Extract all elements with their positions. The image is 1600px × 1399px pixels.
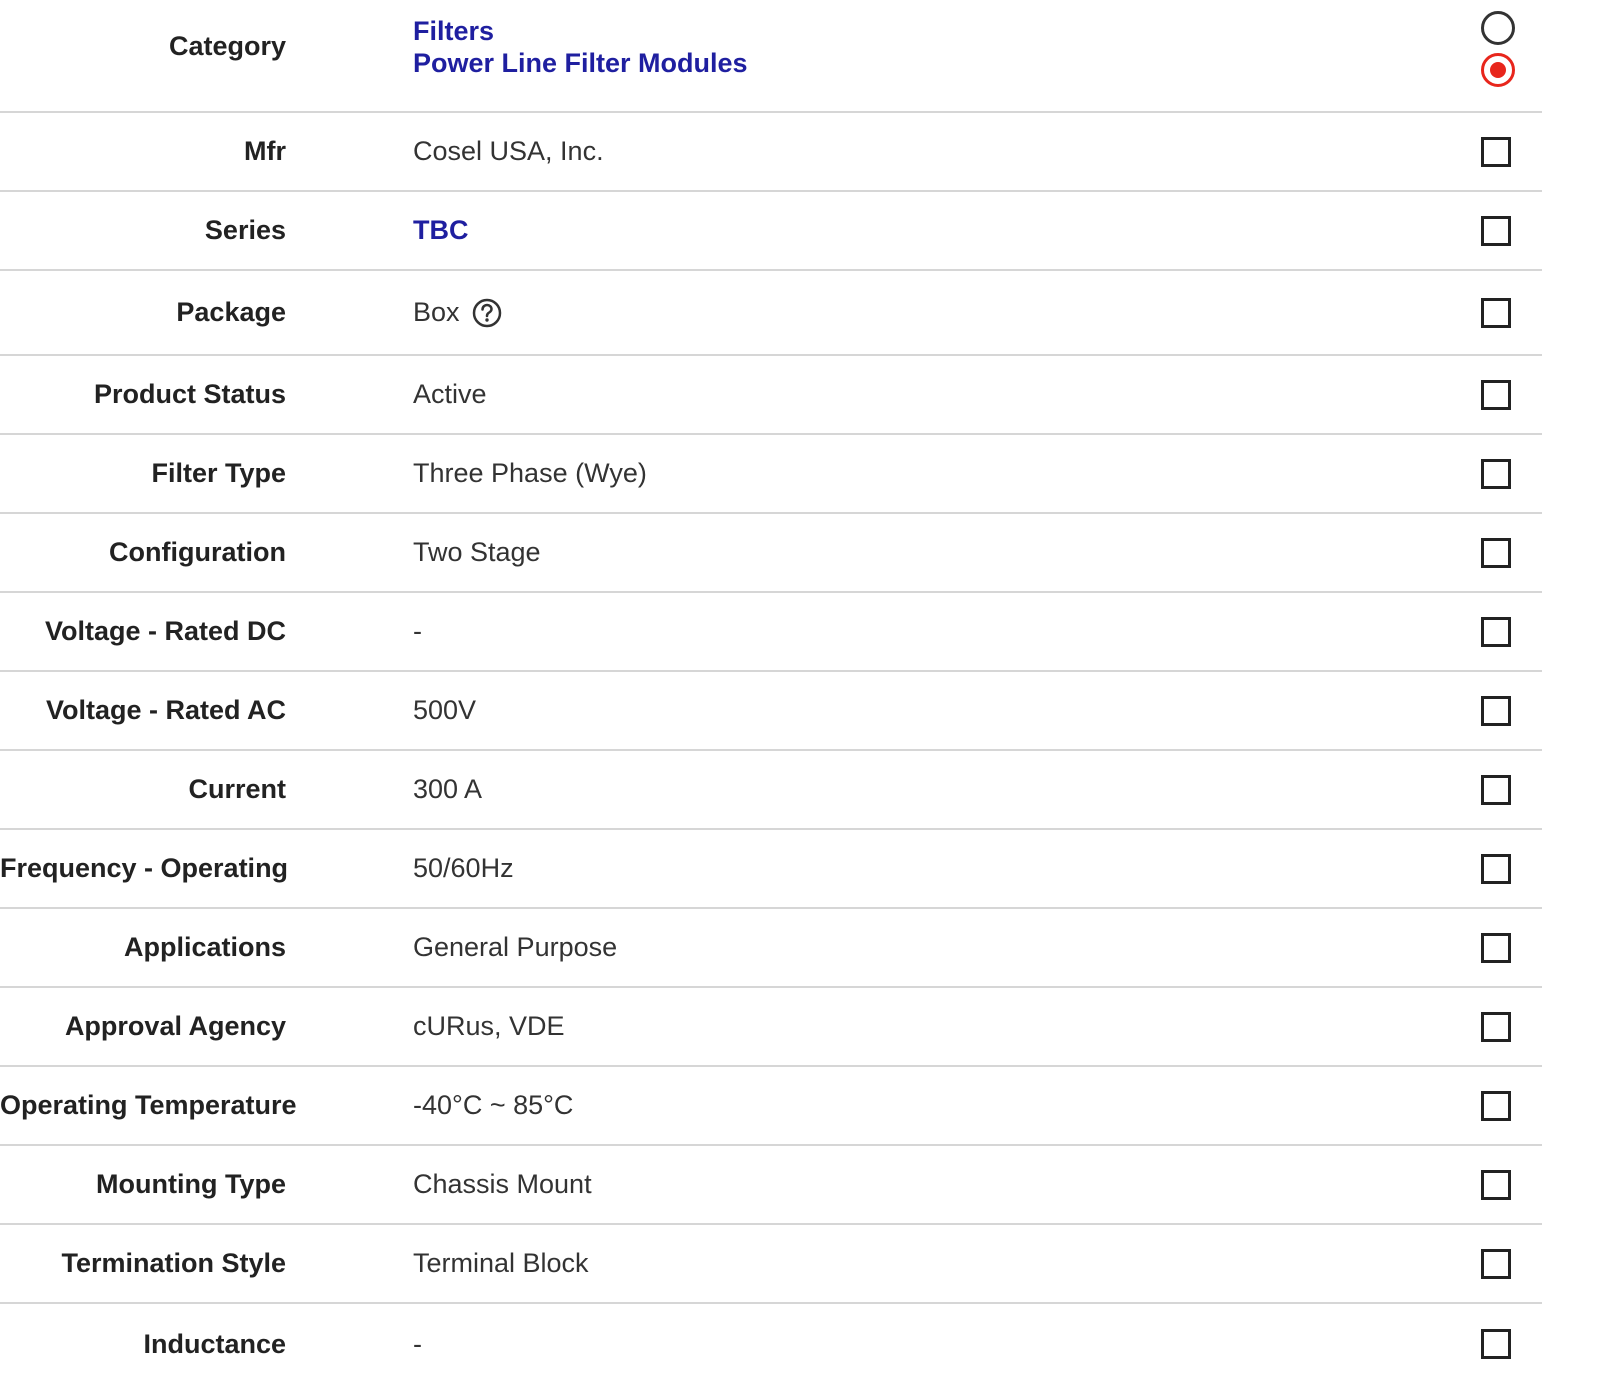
attribute-checkbox[interactable] <box>1481 853 1511 884</box>
category-radio-group <box>1481 11 1515 87</box>
attribute-value: General Purpose <box>413 932 618 962</box>
attribute-value: - <box>413 1328 422 1359</box>
category-links: Filters Power Line Filter Modules <box>413 15 748 79</box>
attribute-row-package: Package Box <box>0 271 1542 356</box>
attribute-checkbox[interactable] <box>1481 136 1511 167</box>
attribute-checkbox[interactable] <box>1481 215 1511 246</box>
attribute-label: Frequency - Operating <box>0 853 289 883</box>
attribute-value: - <box>413 616 422 646</box>
category-radio-power-line-filter-modules[interactable] <box>1481 53 1515 87</box>
attribute-value: -40°C ~ 85°C <box>413 1090 574 1120</box>
attribute-label: Product Status <box>93 379 286 409</box>
attribute-checkbox[interactable] <box>1481 695 1511 726</box>
attribute-row-voltage-rated-dc: Voltage - Rated DC - <box>0 593 1542 672</box>
attribute-row-series: Series TBC <box>0 192 1542 271</box>
attribute-value: Three Phase (Wye) <box>413 458 647 488</box>
attribute-row-inductance: Inductance - <box>0 1304 1542 1384</box>
attribute-checkbox[interactable] <box>1481 932 1511 963</box>
attribute-label: Voltage - Rated DC <box>44 616 286 646</box>
attribute-row-mfr: Mfr Cosel USA, Inc. <box>0 113 1542 192</box>
attribute-checkbox[interactable] <box>1481 537 1511 568</box>
attribute-row-product-status: Product Status Active <box>0 356 1542 435</box>
category-row: Category Filters Power Line Filter Modul… <box>0 0 1542 113</box>
attribute-label: Series <box>204 215 286 245</box>
attribute-value: Terminal Block <box>413 1248 589 1278</box>
attribute-row-mounting-type: Mounting Type Chassis Mount <box>0 1146 1542 1225</box>
category-link-filters[interactable]: Filters <box>413 15 748 47</box>
attribute-value: 300 A <box>413 774 483 804</box>
attribute-label: Package <box>176 297 286 327</box>
attribute-value: cURus, VDE <box>413 1011 565 1041</box>
series-link[interactable]: TBC <box>413 215 469 246</box>
product-attributes-table: Category Filters Power Line Filter Modul… <box>0 0 1542 1384</box>
attribute-value: Box <box>413 297 460 327</box>
attribute-checkbox[interactable] <box>1481 616 1511 647</box>
attribute-checkbox[interactable] <box>1481 1329 1511 1359</box>
attribute-row-approval-agency: Approval Agency cURus, VDE <box>0 988 1542 1067</box>
attribute-value-package: Box <box>413 297 502 328</box>
attribute-checkbox[interactable] <box>1481 1248 1511 1279</box>
attribute-row-current: Current 300 A <box>0 751 1542 830</box>
attribute-checkbox[interactable] <box>1481 297 1511 328</box>
attribute-label: Termination Style <box>61 1248 286 1278</box>
attribute-row-voltage-rated-ac: Voltage - Rated AC 500V <box>0 672 1542 751</box>
attribute-checkbox[interactable] <box>1481 774 1511 805</box>
attribute-value: 50/60Hz <box>413 853 514 883</box>
attribute-label: Approval Agency <box>64 1011 286 1041</box>
attribute-checkbox[interactable] <box>1481 1169 1511 1200</box>
attribute-row-frequency-operating: Frequency - Operating 50/60Hz <box>0 830 1542 909</box>
question-circle-icon[interactable] <box>472 298 502 328</box>
attribute-value: 500V <box>413 695 477 725</box>
category-radio-filters[interactable] <box>1481 11 1515 45</box>
attribute-label: Current <box>188 774 286 804</box>
attribute-value: Chassis Mount <box>413 1169 592 1199</box>
attribute-label: Mfr <box>244 136 286 166</box>
attribute-label: Voltage - Rated AC <box>45 695 286 725</box>
attribute-checkbox[interactable] <box>1481 1090 1511 1121</box>
attribute-row-filter-type: Filter Type Three Phase (Wye) <box>0 435 1542 514</box>
attribute-row-applications: Applications General Purpose <box>0 909 1542 988</box>
attribute-label: Filter Type <box>151 458 286 488</box>
attribute-label: Operating Temperature <box>0 1090 297 1120</box>
attribute-value: Active <box>413 379 487 409</box>
attribute-value: Two Stage <box>413 537 541 567</box>
attribute-row-configuration: Configuration Two Stage <box>0 514 1542 593</box>
attribute-checkbox[interactable] <box>1481 1011 1511 1042</box>
attribute-label: Configuration <box>109 537 286 567</box>
category-label: Category <box>168 31 286 61</box>
attribute-row-termination-style: Termination Style Terminal Block <box>0 1225 1542 1304</box>
attribute-label: Applications <box>123 932 286 962</box>
category-link-power-line-filter-modules[interactable]: Power Line Filter Modules <box>413 47 748 79</box>
attribute-label: Inductance <box>143 1328 286 1359</box>
attribute-row-operating-temperature: Operating Temperature -40°C ~ 85°C <box>0 1067 1542 1146</box>
attribute-checkbox[interactable] <box>1481 458 1511 489</box>
attribute-value: Cosel USA, Inc. <box>413 136 604 166</box>
attribute-label: Mounting Type <box>96 1169 286 1199</box>
attribute-checkbox[interactable] <box>1481 379 1511 410</box>
